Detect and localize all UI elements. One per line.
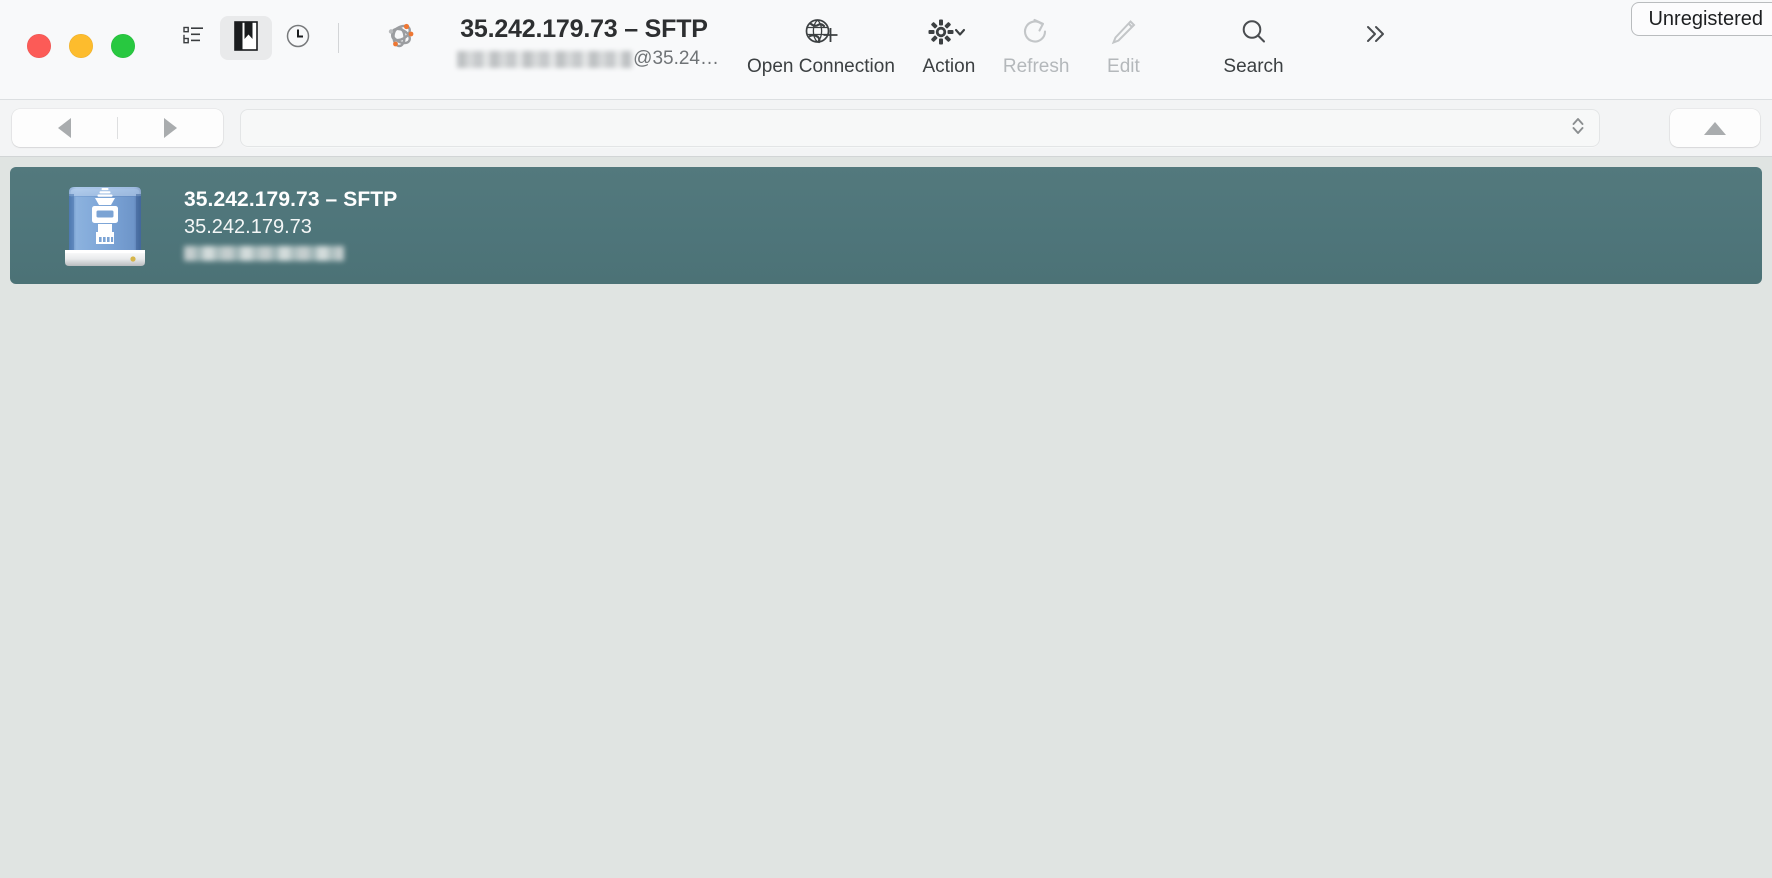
window-subtitle-host: @35.24…	[633, 48, 719, 69]
close-button[interactable]	[27, 34, 51, 58]
toolbar-search-label: Search	[1223, 56, 1284, 77]
triangle-up-icon	[1704, 121, 1726, 135]
toolbar-action[interactable]: Action	[907, 14, 991, 78]
bookmark-mode-segmented-control	[168, 14, 353, 62]
bookmark-username-redacted	[184, 245, 344, 261]
bookmark-title: 35.242.179.73 – SFTP	[184, 187, 398, 211]
up-down-chevron-icon[interactable]	[1570, 114, 1586, 143]
window-controls	[27, 34, 135, 58]
path-combo-box[interactable]	[240, 109, 1600, 147]
window-title-block: 35.242.179.73 – SFTP @35.24…	[449, 14, 719, 71]
bookmark-icon	[232, 20, 260, 57]
parent-directory-button[interactable]	[1670, 109, 1760, 147]
pencil-icon	[1107, 14, 1139, 50]
zoom-button[interactable]	[111, 34, 135, 58]
bookmark-hostname: 35.242.179.73	[184, 215, 312, 238]
globe-plus-icon	[802, 14, 840, 50]
toolbar-open-connection[interactable]: Open Connection	[735, 14, 907, 78]
chevron-down-icon	[954, 28, 965, 36]
cyberduck-app-icon	[383, 18, 419, 54]
list-outline-icon	[181, 23, 207, 54]
toolbar: 35.242.179.73 – SFTP @35.24… Open Connec…	[0, 0, 1772, 100]
double-chevron-right-icon	[1360, 22, 1390, 51]
toolbar-actions: Open Connection Action Refresh Edit Sear…	[735, 14, 1296, 86]
segment-history[interactable]	[272, 16, 324, 60]
minimize-button[interactable]	[69, 34, 93, 58]
toolbar-refresh[interactable]: Refresh	[991, 14, 1082, 78]
unregistered-badge-button[interactable]: Unregistered	[1631, 2, 1772, 36]
toolbar-search[interactable]: Search	[1211, 14, 1295, 78]
redacted-username-blur	[457, 50, 633, 68]
triangle-left-icon	[58, 118, 71, 138]
clock-icon	[284, 22, 312, 55]
toolbar-action-label: Action	[922, 56, 976, 77]
triangle-right-icon	[164, 118, 177, 138]
bookmark-text-block: 35.242.179.73 – SFTP 35.242.179.73	[184, 187, 397, 265]
gear-icon	[926, 14, 972, 50]
segment-bookmarks[interactable]	[220, 16, 272, 60]
toolbar-open-connection-label: Open Connection	[747, 56, 895, 77]
cyberduck-window: 35.242.179.73 – SFTP @35.24… Open Connec…	[0, 0, 1772, 878]
toolbar-overflow-button[interactable]	[1355, 16, 1395, 56]
search-icon	[1238, 14, 1270, 50]
bookmark-list: 35.242.179.73 – SFTP 35.242.179.73	[0, 157, 1772, 878]
network-drive-icon	[56, 178, 154, 274]
bookmark-row[interactable]: 35.242.179.73 – SFTP 35.242.179.73	[10, 167, 1762, 284]
toolbar-edit[interactable]: Edit	[1081, 14, 1165, 78]
toolbar-divider	[338, 23, 339, 53]
back-button[interactable]	[12, 109, 117, 147]
window-subtitle: @35.24…	[449, 47, 719, 71]
forward-button[interactable]	[118, 109, 223, 147]
segment-outline[interactable]	[168, 16, 220, 60]
refresh-icon	[1019, 14, 1053, 50]
back-forward-control	[12, 109, 223, 147]
page-title: 35.242.179.73 – SFTP	[460, 15, 708, 43]
toolbar-edit-label: Edit	[1107, 56, 1140, 77]
toolbar-refresh-label: Refresh	[1002, 56, 1070, 77]
navigation-bar	[0, 100, 1772, 157]
